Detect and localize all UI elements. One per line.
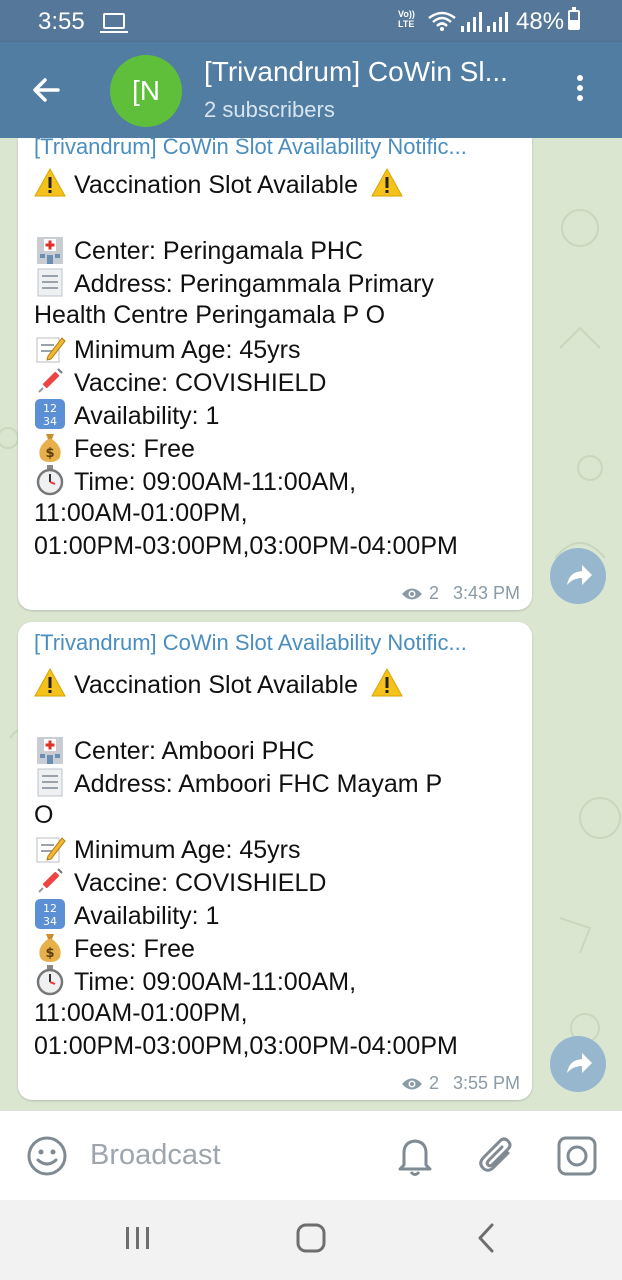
signal-icon xyxy=(487,12,508,32)
chat-area[interactable]: [Trivandrum] CoWin Slot Availability Not… xyxy=(0,138,622,1110)
home-icon[interactable] xyxy=(296,1222,326,1254)
smile-icon[interactable] xyxy=(26,1135,68,1177)
more-vert-icon[interactable] xyxy=(570,72,590,112)
svg-text:$: $ xyxy=(45,446,54,461)
message-time: Time: 09:00AM-11:00AM, xyxy=(34,964,356,999)
volte-indicator: Vo)) LTE xyxy=(398,9,415,29)
message-time: Time: 09:00AM-11:00AM, xyxy=(34,464,356,499)
message-sender[interactable]: [Trivandrum] CoWin Slot Availability Not… xyxy=(34,630,524,656)
signal-icon xyxy=(461,12,482,32)
view-count: 2 xyxy=(428,583,439,603)
camera-icon[interactable] xyxy=(556,1135,598,1177)
recents-icon[interactable] xyxy=(124,1224,152,1252)
bell-icon[interactable] xyxy=(396,1135,434,1177)
message-bubble[interactable]: [Trivandrum] CoWin Slot Availability Not… xyxy=(18,138,532,610)
warning-icon xyxy=(34,167,66,197)
money-bag-icon: $ xyxy=(39,434,61,462)
message-address-cont: O xyxy=(34,801,54,829)
screen-mirror-icon xyxy=(100,13,128,33)
eye-icon xyxy=(401,588,422,599)
warning-icon xyxy=(371,167,403,197)
paperclip-icon[interactable] xyxy=(478,1135,518,1177)
status-bar: 3:55 Vo)) LTE 48% xyxy=(0,0,622,42)
message-bubble[interactable]: [Trivandrum] CoWin Slot Availability Not… xyxy=(18,622,532,1100)
message-address-cont: Health Centre Peringamala P O xyxy=(34,301,386,329)
back-arrow-icon[interactable] xyxy=(30,74,62,106)
message-vaccine: Vaccine: COVISHIELD xyxy=(34,365,326,400)
share-icon xyxy=(567,565,592,585)
message-min-age: Minimum Age: 45yrs xyxy=(34,832,300,867)
message-address: Address: Amboori FHC Mayam P xyxy=(34,766,442,801)
message-time-cont: 11:00AM-01:00PM, xyxy=(34,499,248,527)
system-nav-bar xyxy=(0,1200,622,1280)
syringe-icon xyxy=(38,368,63,393)
syringe-icon xyxy=(38,868,63,893)
eye-icon xyxy=(401,1078,422,1089)
memo-icon xyxy=(36,837,66,863)
numbers-icon: 1234 xyxy=(35,899,65,929)
broadcast-input[interactable]: Broadcast xyxy=(90,1139,221,1172)
document-icon xyxy=(37,268,63,297)
svg-text:12: 12 xyxy=(43,402,57,415)
hospital-icon xyxy=(37,737,63,764)
message-availability: 12 34 Availability: 1 xyxy=(34,398,219,433)
message-time-cont: 01:00PM-03:00PM,03:00PM-04:00PM xyxy=(34,1032,458,1060)
message-timestamp: 3:43 PM xyxy=(452,583,520,603)
warning-icon xyxy=(371,667,403,697)
money-bag-icon: $ xyxy=(39,934,61,962)
chat-header: [N [Trivandrum] CoWin Sl... 2 subscriber… xyxy=(0,42,622,138)
message-time-cont: 11:00AM-01:00PM, xyxy=(34,999,248,1027)
message-center: Center: Peringamala PHC xyxy=(34,233,363,268)
stopwatch-icon xyxy=(36,465,64,496)
message-availability: 12 34 Availability: 1 xyxy=(34,898,219,933)
channel-title[interactable]: [Trivandrum] CoWin Sl... xyxy=(204,56,508,88)
hospital-icon xyxy=(37,237,63,264)
svg-text:12: 12 xyxy=(43,902,57,915)
message-min-age: Minimum Age: 45yrs xyxy=(34,332,300,367)
warning-icon xyxy=(34,667,66,697)
message-meta: 2 3:55 PM xyxy=(401,1073,520,1094)
message-heading: Vaccination Slot Available xyxy=(34,667,411,702)
message-vaccine: Vaccine: COVISHIELD xyxy=(34,865,326,900)
document-icon xyxy=(37,768,63,797)
message-meta: 2 3:43 PM xyxy=(401,583,520,604)
channel-avatar[interactable]: [N xyxy=(110,55,182,127)
wifi-icon xyxy=(428,11,456,31)
back-icon[interactable] xyxy=(474,1222,498,1254)
message-heading: Vaccination Slot Available xyxy=(34,167,411,202)
share-icon xyxy=(567,1053,592,1073)
subscriber-count: 2 subscribers xyxy=(204,97,335,122)
share-button[interactable] xyxy=(550,548,606,604)
battery-percent: 48% xyxy=(516,8,565,35)
view-count: 2 xyxy=(428,1073,439,1093)
message-sender[interactable]: [Trivandrum] CoWin Slot Availability Not… xyxy=(34,138,524,160)
broadcast-input-bar: Broadcast xyxy=(0,1110,622,1201)
message-fees: $ Fees: Free xyxy=(34,931,195,966)
svg-text:34: 34 xyxy=(43,915,57,928)
share-button[interactable] xyxy=(550,1036,606,1092)
battery-icon xyxy=(568,7,580,30)
message-timestamp: 3:55 PM xyxy=(452,1073,520,1093)
status-time: 3:55 xyxy=(38,8,85,35)
svg-text:34: 34 xyxy=(43,415,57,428)
numbers-icon: 1234 xyxy=(35,399,65,429)
message-time-cont: 01:00PM-03:00PM,03:00PM-04:00PM xyxy=(34,532,458,560)
message-center: Center: Amboori PHC xyxy=(34,733,314,768)
svg-text:$: $ xyxy=(45,946,54,961)
stopwatch-icon xyxy=(36,965,64,996)
message-fees: $ Fees: Free xyxy=(34,431,195,466)
memo-icon xyxy=(36,337,66,363)
message-address: Address: Peringammala Primary xyxy=(34,266,434,301)
